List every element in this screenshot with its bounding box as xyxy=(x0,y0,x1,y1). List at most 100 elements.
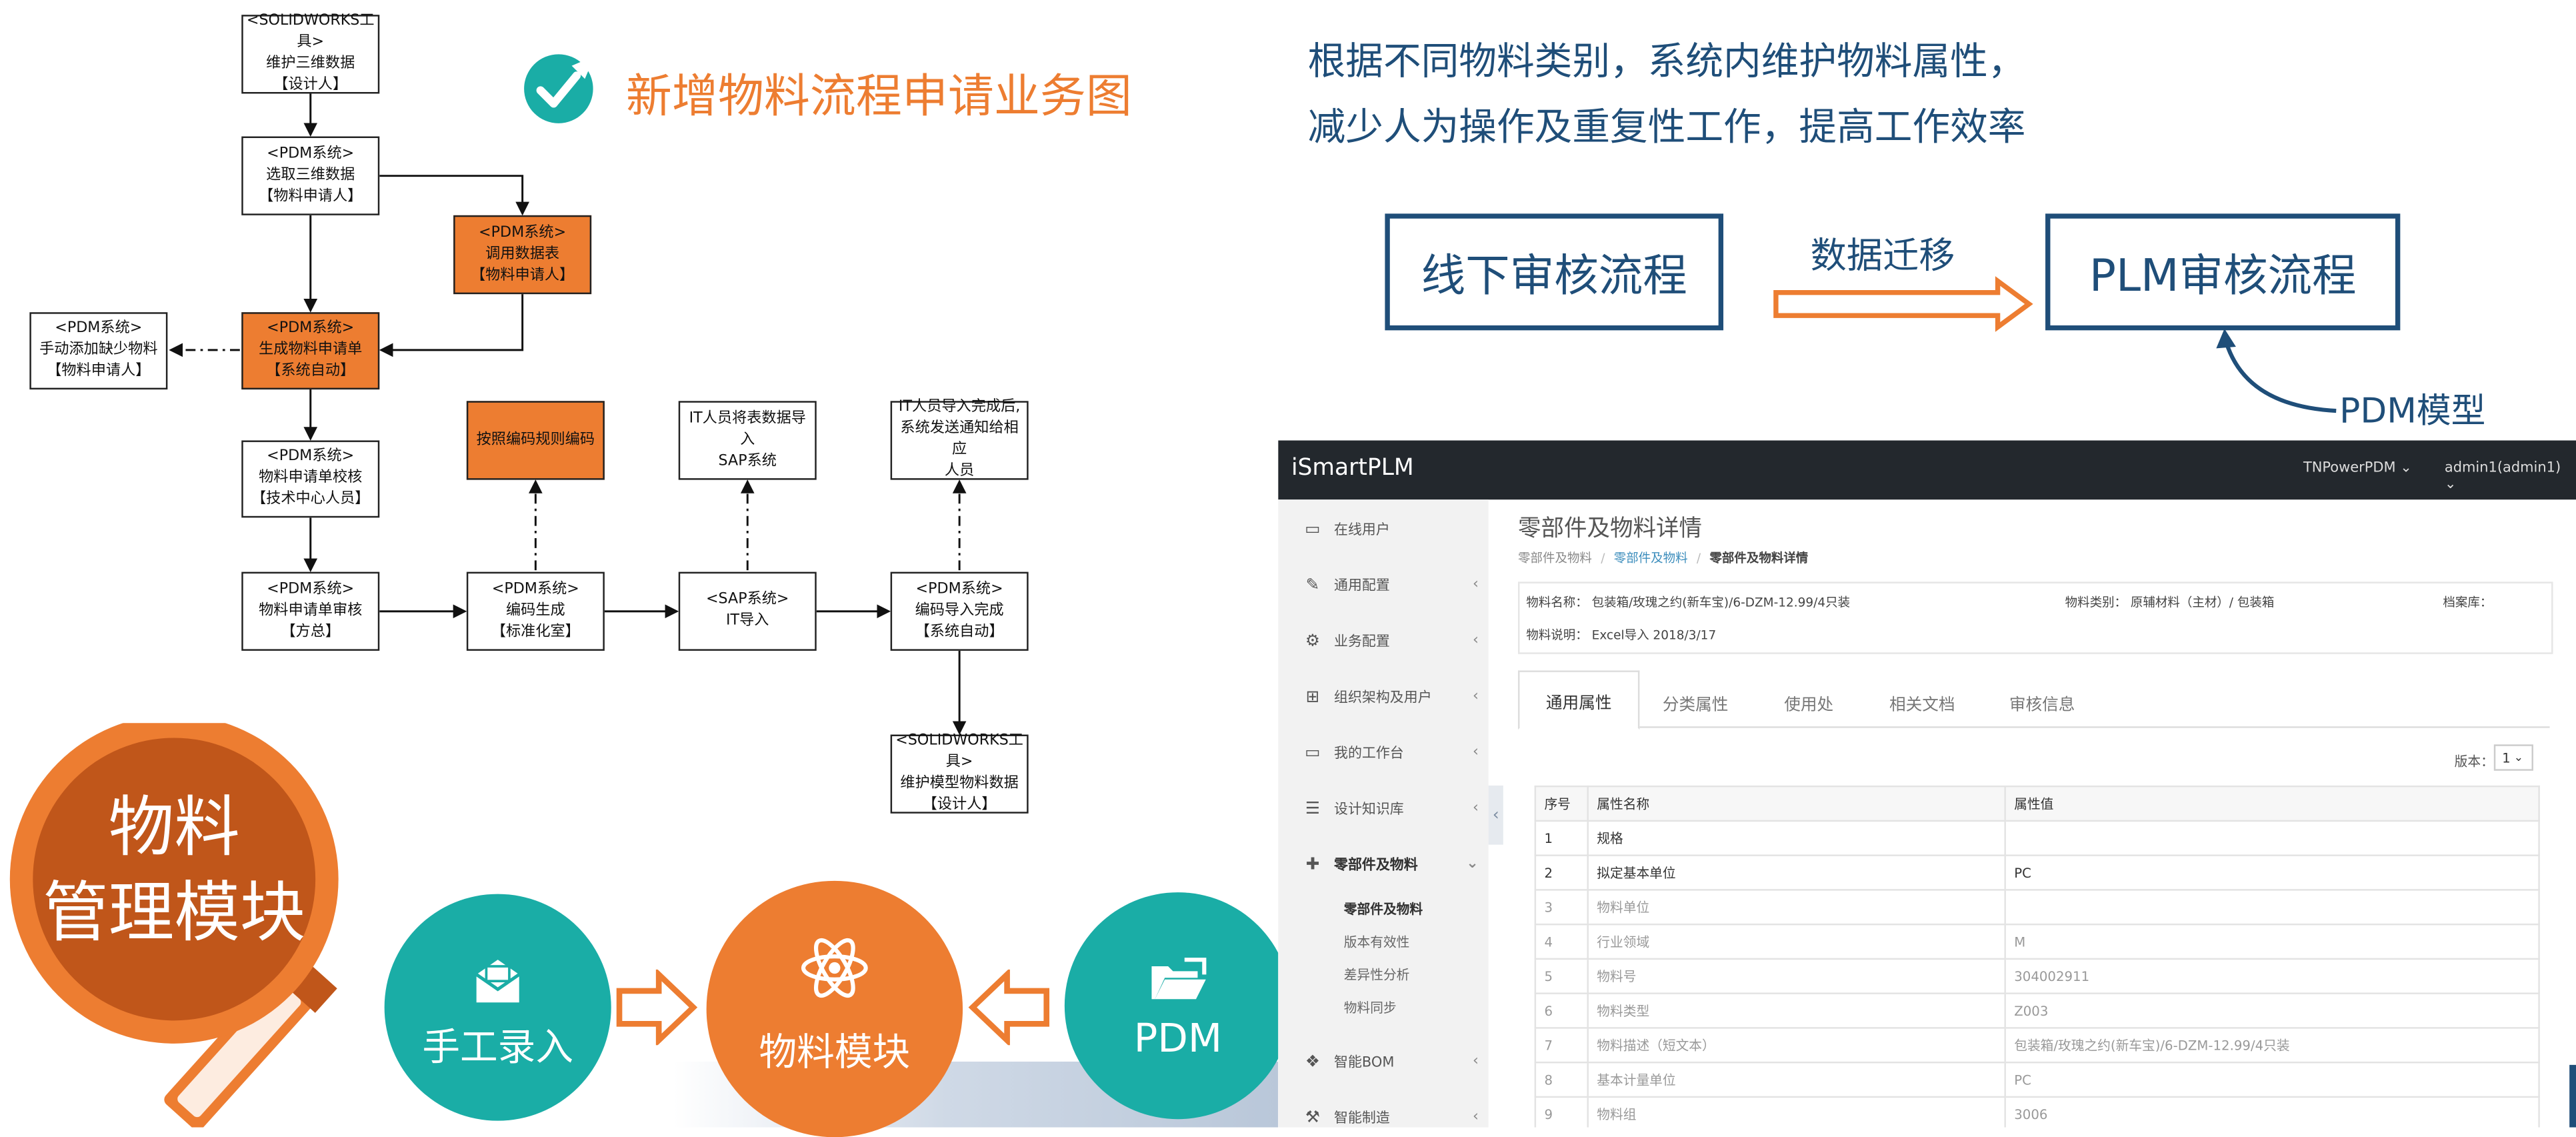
sidebar-item-org-users[interactable]: ⊞ 组织架构及用户 ‹ xyxy=(1278,680,1488,713)
tab-related-docs[interactable]: 相关文档 xyxy=(1889,690,1955,715)
flow-box-notify: IT人员导入完成后, 系统发送通知给相应 人员 xyxy=(890,399,1029,480)
sidebar-item-parts-materials[interactable]: ✚ 零部件及物料 ⌄ xyxy=(1278,848,1488,881)
sidebar-item-general-config[interactable]: ✎ 通用配置 ‹ xyxy=(1278,569,1488,602)
sidebar-label: 在线用户 xyxy=(1334,522,1390,539)
sidebar-label: 智能制造 xyxy=(1334,1110,1390,1128)
breadcrumb-item[interactable]: 零部件及物料 xyxy=(1518,551,1592,565)
table-cell: 2 xyxy=(1534,854,1589,891)
table-row[interactable]: 9 物料组 3006 xyxy=(1534,1096,2540,1128)
material-desc: 物料说明： Excel导入 2018/3/17 xyxy=(1526,626,1716,644)
pdm-label: PDM xyxy=(1133,1015,1223,1062)
table-cell: 6 xyxy=(1534,992,1589,1029)
chevron-down-icon: ⌄ xyxy=(1466,856,1479,873)
tab-where-used[interactable]: 使用处 xyxy=(1784,690,1833,715)
table-cell: 物料号 xyxy=(1587,958,2006,994)
manual-entry-circle: 手工录入 xyxy=(384,894,611,1121)
table-cell: 物料描述（短文本） xyxy=(1587,1027,2006,1064)
sidebar-sub-parts-materials[interactable]: 零部件及物料 xyxy=(1344,900,1423,918)
material-module-label: 物料模块 xyxy=(759,1032,911,1075)
table-cell: 物料单位 xyxy=(1587,889,2006,926)
sidebar-item-smart-bom[interactable]: ❖ 智能BOM ‹ xyxy=(1278,1045,1488,1078)
check-pencil-icon xyxy=(524,54,595,123)
app-brand[interactable]: iSmartPLM xyxy=(1291,455,1414,481)
tool-icon: ⚒ xyxy=(1305,1108,1321,1127)
breadcrumb-item[interactable]: 零部件及物料 xyxy=(1614,551,1688,565)
tab-audit-info[interactable]: 审核信息 xyxy=(2009,690,2075,715)
sidebar-label: 设计知识库 xyxy=(1334,802,1404,819)
chevron-left-icon: ‹ xyxy=(1472,744,1479,761)
table-cell: 拟定基本单位 xyxy=(1587,854,2006,891)
sidebar-sub-version-validity[interactable]: 版本有效性 xyxy=(1344,934,1410,952)
app-topbar: iSmartPLM TNPowerPDM ⌄ admin1(admin1) ⌄ xyxy=(1278,440,2576,500)
table-cell: PC xyxy=(2004,1061,2540,1098)
material-module-circle: 物料模块 xyxy=(706,880,963,1137)
version-label: 版本： xyxy=(2454,754,2494,770)
flow-title: 新增物料流程申请业务图 xyxy=(625,69,1132,123)
table-cell: Z003 xyxy=(2004,992,2540,1029)
material-name-label: 物料名称： xyxy=(1526,595,1588,610)
arrow-right-outline xyxy=(616,969,698,1046)
magnifier-line-2: 管理模块 xyxy=(43,876,306,952)
material-name-value: 包装箱/玫瑰之约(新车宝)/6-DZM-12.99/4只装 xyxy=(1591,595,1851,610)
material-desc-label: 物料说明： xyxy=(1526,628,1588,643)
material-info-panel: 物料名称： 包装箱/玫瑰之约(新车宝)/6-DZM-12.99/4只装 物料类别… xyxy=(1518,582,2553,654)
table-cell: 物料组 xyxy=(1587,1096,2006,1128)
sidebar-item-knowledge-base[interactable]: ☰ 设计知识库 ‹ xyxy=(1278,792,1488,825)
breadcrumb-current: 零部件及物料详情 xyxy=(1709,550,1809,565)
workspace-menu[interactable]: TNPowerPDM ⌄ xyxy=(2303,460,2412,477)
manual-entry-label: 手工录入 xyxy=(422,1027,574,1070)
chevron-down-icon: ⌄ xyxy=(2513,751,2524,764)
pdm-model-label: PDM模型 xyxy=(2339,391,2486,431)
folder-open-icon xyxy=(1151,958,1207,1000)
tab-class-attributes[interactable]: 分类属性 xyxy=(1663,690,1729,715)
table-cell: 1 xyxy=(1534,820,1589,856)
material-desc-value: Excel导入 2018/3/17 xyxy=(1591,628,1717,643)
envelope-icon xyxy=(475,960,521,1003)
plm-review-box: PLM审核流程 xyxy=(2045,213,2401,331)
table-cell: 304002911 xyxy=(2004,958,2540,994)
sidebar-label: 我的工作台 xyxy=(1334,746,1404,763)
intro-line-1: 根据不同物料类别，系统内维护物料属性， xyxy=(1307,41,2026,84)
breadcrumb-separator: / xyxy=(1601,550,1605,565)
magnifier-line-1: 物料 xyxy=(108,790,240,866)
table-header: 属性值 xyxy=(2004,785,2540,822)
table-header-row: 序号 属性名称 属性值 xyxy=(1534,785,2540,822)
material-name: 物料名称： 包装箱/玫瑰之约(新车宝)/6-DZM-12.99/4只装 xyxy=(1526,594,1850,612)
offline-review-box: 线下审核流程 xyxy=(1385,213,1724,331)
sidebar-sub-material-sync[interactable]: 物料同步 xyxy=(1344,999,1397,1017)
app-sidebar: ▭ 在线用户 ✎ 通用配置 ‹ ⚙ 业务配置 ‹ ⊞ 组织架构及用户 ‹ ▭ 我的工作台 ‹ ☰ 设… xyxy=(1278,499,1489,1128)
flow-box-sap-import: <SAP系统> IT导入 xyxy=(678,572,817,651)
tab-general-attributes[interactable]: 通用属性 xyxy=(1518,670,1640,730)
arrow-left-outline xyxy=(968,969,1050,1046)
table-cell: 包装箱/玫瑰之约(新车宝)/6-DZM-12.99/4只装 xyxy=(2004,1027,2540,1064)
table-row[interactable]: 5 物料号 304002911 xyxy=(1534,958,2540,994)
table-cell: 4 xyxy=(1534,923,1589,960)
intro-line-2: 减少人为操作及重复性工作，提高工作效率 xyxy=(1307,107,2026,150)
table-cell: 行业领域 xyxy=(1587,923,2006,960)
pdm-model-curve-arrow xyxy=(2216,328,2337,413)
scrollbar-thumb[interactable] xyxy=(2569,1064,2576,1128)
table-row[interactable]: 6 物料类型 Z003 xyxy=(1534,992,2540,1029)
cubes-icon: ❖ xyxy=(1305,1052,1321,1071)
table-row[interactable]: 3 物料单位 xyxy=(1534,889,2540,926)
table-header: 序号 xyxy=(1534,785,1589,822)
sidebar-item-business-config[interactable]: ⚙ 业务配置 ‹ xyxy=(1278,624,1488,657)
flow-box-manual-add: <PDM系统> 手动添加缺少物料 【物料申请人】 xyxy=(29,312,168,390)
table-row[interactable]: 7 物料描述（短文本） 包装箱/玫瑰之约(新车宝)/6-DZM-12.99/4只… xyxy=(1534,1027,2540,1064)
sidebar-item-workbench[interactable]: ▭ 我的工作台 ‹ xyxy=(1278,736,1488,769)
table-row[interactable]: 4 行业领域 M xyxy=(1534,923,2540,960)
chevron-left-icon: ‹ xyxy=(1472,1053,1479,1070)
table-cell: 物料类型 xyxy=(1587,992,2006,1029)
sidebar-item-online-users[interactable]: ▭ 在线用户 xyxy=(1278,513,1488,545)
id-card-icon: ▭ xyxy=(1305,519,1321,539)
table-cell: 9 xyxy=(1534,1096,1589,1128)
sidebar-sub-diff-analysis[interactable]: 差异性分析 xyxy=(1344,966,1410,984)
version-select[interactable]: 1 ⌄ xyxy=(2493,744,2533,771)
table-row[interactable]: 1 规格 xyxy=(1534,820,2540,856)
sidebar-item-smart-manufacturing[interactable]: ⚒ 智能制造 ‹ xyxy=(1278,1101,1488,1127)
material-type-value: 原辅材料（主材）/ 包装箱 xyxy=(2130,595,2275,610)
user-menu[interactable]: admin1(admin1) ⌄ xyxy=(2445,460,2576,493)
table-row[interactable]: 8 基本计量单位 PC xyxy=(1534,1061,2540,1098)
table-row[interactable]: 2 拟定基本单位 PC xyxy=(1534,854,2540,891)
sidebar-label: 业务配置 xyxy=(1334,634,1390,651)
